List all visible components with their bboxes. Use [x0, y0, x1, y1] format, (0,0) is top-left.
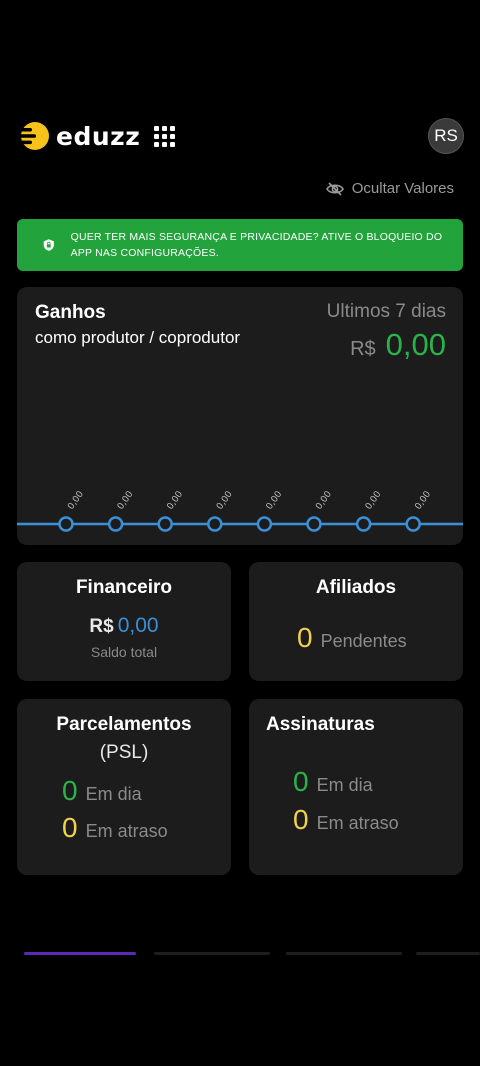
chart-data-label: 0,00 [364, 489, 384, 511]
chart-point [256, 516, 273, 532]
chart-point [107, 516, 124, 532]
chart-data-label: 0,00 [116, 489, 136, 511]
earnings-subtitle: como produtor / coprodutor [35, 328, 241, 347]
tab-indicator-active[interactable] [24, 952, 136, 955]
assinaturas-on-time-count: 0 [293, 766, 309, 797]
chart-point [405, 516, 421, 532]
parcelamentos-late-row: 0 Em atraso [62, 812, 168, 844]
assinaturas-late-count: 0 [293, 804, 309, 835]
eduzz-logo: eduzz [16, 119, 176, 153]
assinaturas-on-time-label: Em dia [316, 775, 373, 795]
earnings-amount: R$ 0,00 [350, 327, 446, 363]
chart-data-label: 0,00 [66, 489, 86, 511]
hide-values-label: Ocultar Valores [351, 180, 454, 197]
chart-data-label: 0,00 [165, 489, 185, 511]
apps-grid-icon[interactable] [154, 125, 176, 147]
chart-data-label: 0,00 [314, 489, 334, 511]
eye-slash-icon [325, 181, 344, 196]
assinaturas-on-time-row: 0 Em dia [293, 766, 373, 798]
parcelamentos-subtitle: (PSL) [99, 742, 149, 763]
financeiro-label: Saldo total [90, 644, 158, 660]
brand-name: eduzz [56, 121, 141, 151]
assinaturas-title: Assinaturas [266, 714, 375, 735]
chart-point [157, 516, 173, 532]
financeiro-value: 0,00 [117, 614, 159, 637]
parcelamentos-on-time-count: 0 [62, 775, 78, 806]
assinaturas-late-label: Em atraso [316, 813, 399, 833]
parcelamentos-title: Parcelamentos [56, 714, 192, 735]
parcelamentos-on-time-row: 0 Em dia [62, 775, 142, 807]
afiliados-card[interactable]: Afiliados 0 Pendentes [249, 562, 463, 681]
earnings-currency: R$ [350, 338, 376, 360]
earnings-value: 0,00 [385, 327, 446, 362]
user-avatar[interactable]: RS [428, 118, 464, 154]
afiliados-pending-row: 0 Pendentes [297, 622, 407, 654]
parcelamentos-card[interactable]: Parcelamentos (PSL) 0 Em dia 0 Em atraso [17, 699, 231, 875]
chart-point [306, 516, 322, 532]
afiliados-pending-label: Pendentes [320, 631, 407, 651]
tab-indicator[interactable] [286, 952, 402, 955]
hide-values-toggle[interactable]: Ocultar Valores [325, 180, 454, 197]
financeiro-amount: R$ 0,00 [17, 614, 231, 638]
shield-lock-icon [43, 239, 54, 251]
parcelamentos-late-label: Em atraso [85, 821, 168, 841]
bottom-tab-indicators [0, 952, 480, 955]
afiliados-pending-count: 0 [297, 622, 313, 653]
financeiro-currency: R$ [89, 616, 114, 637]
parcelamentos-on-time-label: Em dia [85, 784, 142, 804]
app-header: eduzz RS [16, 116, 464, 156]
chart-data-label: 0,00 [265, 489, 285, 511]
assinaturas-late-row: 0 Em atraso [293, 804, 399, 836]
parcelamentos-late-count: 0 [62, 812, 78, 843]
earnings-period: Ultimos 7 dias [326, 301, 446, 322]
financeiro-card[interactable]: Financeiro R$ 0,00 Saldo total [17, 562, 231, 681]
chart-data-label: 0,00 [215, 489, 235, 511]
earnings-card[interactable]: Ganhos como produtor / coprodutor Ultimo… [17, 287, 463, 545]
earnings-title: Ganhos [35, 302, 106, 323]
afiliados-title: Afiliados [315, 577, 397, 598]
earnings-chart: 0,00 0,00 0,00 0,00 0,00 0,00 0,00 0,00 [17, 489, 463, 532]
security-alert-banner[interactable]: QUER TER MAIS SEGURANÇA E PRIVACIDADE? A… [17, 219, 463, 271]
chart-point [58, 516, 74, 532]
chart-point [207, 516, 223, 532]
tab-indicator[interactable] [416, 952, 480, 955]
chart-point [355, 516, 372, 532]
eduzz-logo-icon [16, 122, 49, 150]
alert-text: QUER TER MAIS SEGURANÇA E PRIVACIDADE? A… [70, 231, 443, 259]
chart-data-label: 0,00 [413, 489, 433, 511]
assinaturas-card[interactable]: Assinaturas 0 Em dia 0 Em atraso [249, 699, 463, 875]
tab-indicator[interactable] [154, 952, 270, 955]
financeiro-title: Financeiro [75, 577, 173, 598]
